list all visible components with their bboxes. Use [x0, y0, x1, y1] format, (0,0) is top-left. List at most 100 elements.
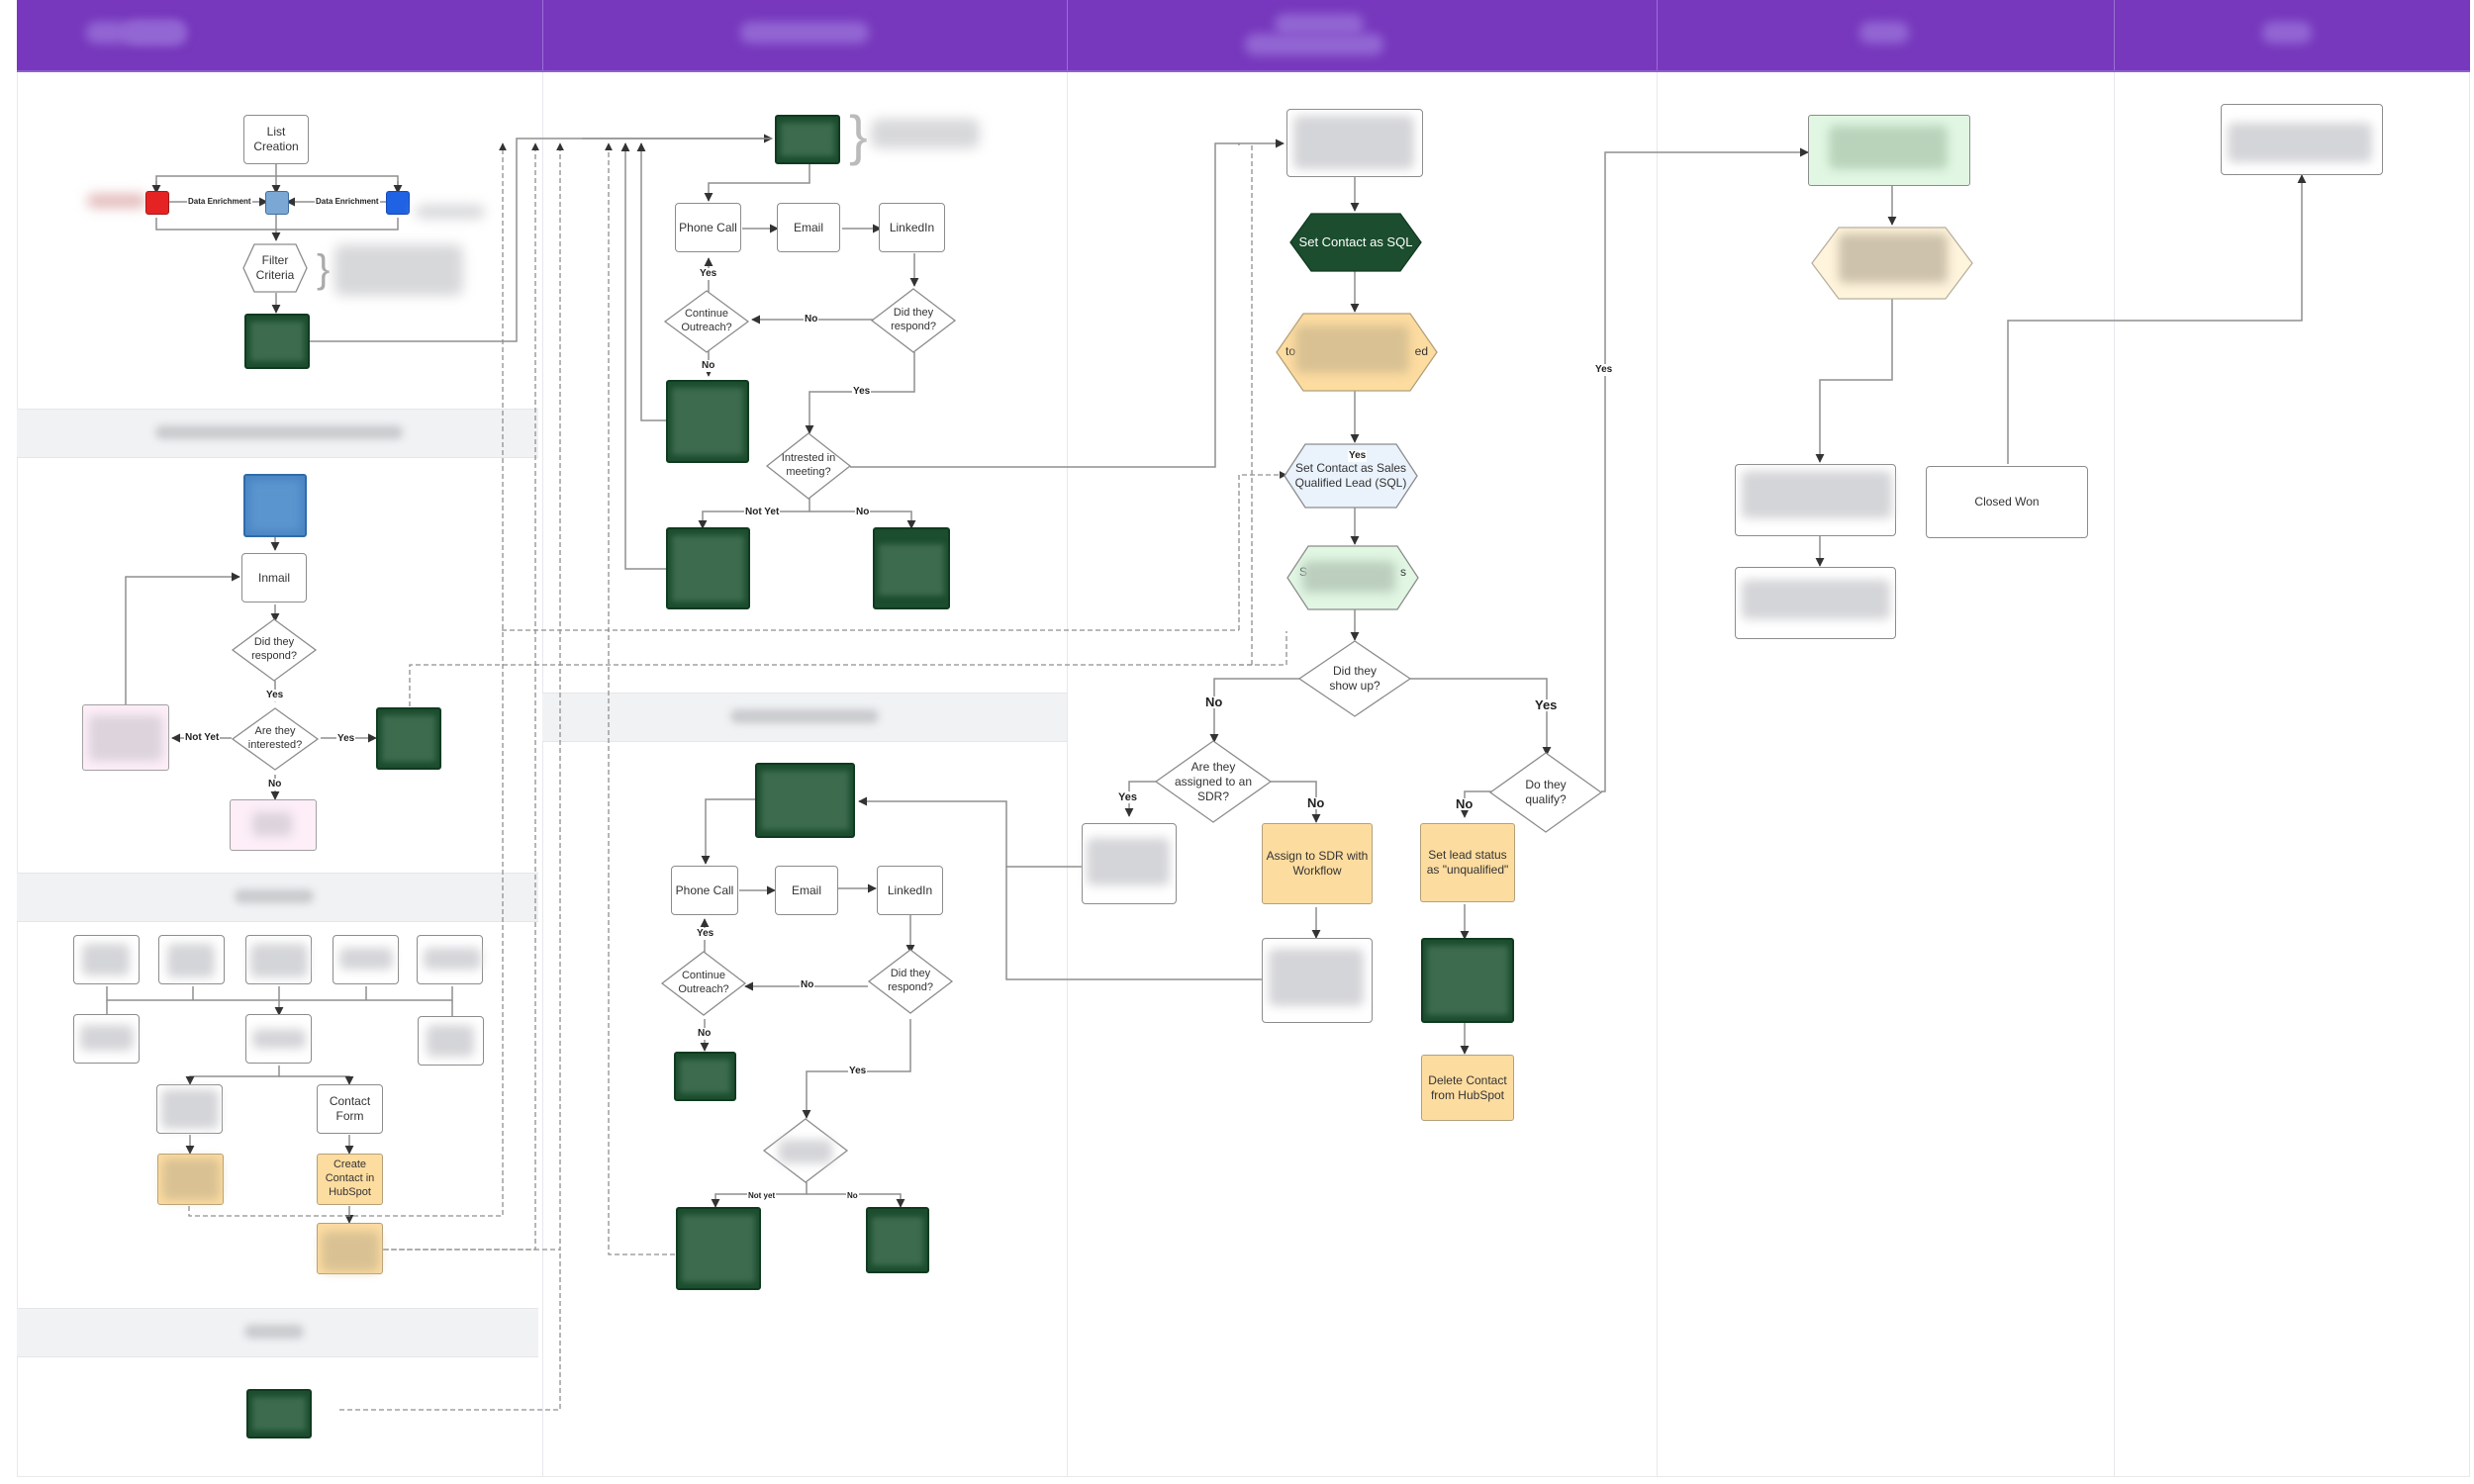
create-contact-label: Create Contact in HubSpot [325, 1159, 375, 1198]
decision-continue-outreach[interactable]: Continue Outreach? [663, 290, 750, 353]
decision-are-they-assigned[interactable]: Are they assigned to an SDR? [1154, 740, 1273, 823]
sdr-followup-node[interactable] [1262, 938, 1373, 1023]
inbound-source[interactable] [245, 935, 312, 984]
linkedin-node[interactable]: LinkedIn [877, 866, 943, 915]
inbound-aggregator[interactable] [245, 1014, 312, 1064]
contact-form-node[interactable]: Contact Form [317, 1084, 383, 1134]
nurture-block[interactable] [82, 704, 169, 771]
linkedin-source-block[interactable] [243, 474, 307, 537]
decision-interested-in-meeting[interactable]: Intrested in meeting? [765, 432, 852, 500]
lane-header-1[interactable]: [redacted] [17, 0, 543, 70]
lane-header-5[interactable]: [redacted] [2114, 0, 2470, 70]
inbound-source[interactable] [73, 1014, 140, 1064]
lane-header-4[interactable]: [redacted] [1657, 0, 2115, 70]
onboarding-node[interactable] [2221, 104, 2383, 175]
enrichment-hub[interactable] [265, 191, 289, 215]
edge-label-no: No [1455, 796, 1475, 811]
disqualified-block[interactable] [230, 799, 317, 851]
email-node[interactable]: Email [777, 203, 840, 252]
task-block[interactable] [866, 1207, 929, 1273]
task-block[interactable] [676, 1207, 761, 1290]
inbound-source[interactable] [158, 935, 225, 984]
meeting-booked-node[interactable] [1286, 109, 1423, 177]
task-block[interactable] [246, 1389, 312, 1438]
set-unqualified-node[interactable]: Set lead status as "unqualified" [1420, 823, 1515, 902]
task-block[interactable] [666, 380, 749, 463]
decision-continue-outreach[interactable]: Continue Outreach? [660, 951, 747, 1016]
filter-criteria-node[interactable]: Filter Criteria [242, 243, 308, 293]
task-block[interactable] [873, 527, 950, 609]
decision-redacted[interactable] [762, 1118, 849, 1183]
decision-label: Continue Outreach? [681, 308, 732, 333]
edge-label-yes: Yes [265, 690, 285, 701]
inbound-source[interactable] [417, 935, 483, 984]
deal-stage-node[interactable] [1811, 227, 1973, 300]
delete-contact-node[interactable]: Delete Contact from HubSpot [1421, 1055, 1514, 1121]
sublane-band-events [17, 1308, 538, 1357]
enrichment-source-blue[interactable] [386, 191, 410, 215]
create-contact-node[interactable]: Create Contact in HubSpot [317, 1154, 383, 1205]
task-block[interactable] [674, 1052, 736, 1101]
phone-call-node[interactable]: Phone Call [671, 866, 738, 915]
email-label: Email [791, 882, 821, 897]
edge-label-no: No [697, 1028, 713, 1040]
edge-label-not-yet: Not Yet [184, 732, 221, 744]
task-block[interactable] [1421, 938, 1514, 1023]
edge-label-no: No [846, 1190, 859, 1202]
linkedin-node[interactable]: LinkedIn [879, 203, 945, 252]
decision-label: Did they respond? [891, 307, 936, 332]
decision-did-they-respond[interactable]: Did they respond? [867, 949, 954, 1014]
partial-label: ed [1414, 344, 1428, 358]
lane-header-3[interactable]: [redacted] [1067, 0, 1658, 70]
followup-node[interactable] [1735, 567, 1896, 639]
inbound-source[interactable] [418, 1016, 484, 1066]
decision-label: Continue Outreach? [678, 970, 729, 995]
decision-label: Intrested in meeting? [781, 452, 836, 478]
edge-label-yes: Yes [1117, 791, 1138, 803]
edge-label-no: No [1204, 695, 1224, 709]
edge-label-yes: Yes [848, 1066, 868, 1077]
phone-call-label: Phone Call [679, 220, 737, 234]
decision-did-they-respond[interactable]: Did they respond? [231, 618, 318, 682]
edge-label-no: No [1306, 795, 1326, 810]
edge-label-yes: Yes [1534, 697, 1559, 712]
enrichment-source-red[interactable] [145, 191, 169, 215]
task-block[interactable] [376, 707, 441, 770]
sdr-notify-node[interactable] [1082, 823, 1177, 904]
sequence-start-block[interactable] [775, 115, 840, 164]
sequence-start-block[interactable] [755, 763, 855, 838]
email-node[interactable]: Email [775, 866, 838, 915]
list-creation-node[interactable]: List Creation [243, 115, 309, 164]
partial-label: s [1400, 565, 1406, 579]
sublane-band-linkedin [17, 409, 538, 458]
hubspot-action[interactable] [317, 1223, 383, 1274]
task-block[interactable] [244, 314, 310, 369]
closed-lost-node[interactable] [1735, 464, 1896, 536]
edge-label-data-enrichment: Data Enrichment [187, 196, 252, 208]
inbound-channel[interactable] [156, 1084, 223, 1134]
redacted-label [87, 194, 146, 208]
decision-label: Did they respond? [888, 968, 933, 993]
hubspot-action[interactable] [157, 1154, 224, 1205]
task-block[interactable] [666, 527, 750, 609]
inbound-source[interactable] [333, 935, 399, 984]
meeting-status-node[interactable]: S s [1286, 545, 1419, 610]
set-contact-sql-node[interactable]: Set Contact as SQL [1289, 213, 1422, 272]
decision-did-they-show-up[interactable]: Did they show up? [1297, 640, 1412, 717]
filter-criteria-label: Filter Criteria [255, 253, 295, 282]
closed-won-node[interactable]: Closed Won [1926, 466, 2088, 538]
decision-are-they-interested[interactable]: Are they interested? [231, 707, 320, 771]
lane-header-2[interactable]: [redacted] [542, 0, 1068, 70]
inbound-source[interactable] [73, 935, 140, 984]
edge-label-data-enrichment: Data Enrichment [315, 196, 380, 208]
phone-call-node[interactable]: Phone Call [675, 203, 741, 252]
sublane-band-inbound [17, 873, 538, 922]
edge-label-yes: Yes [1348, 450, 1368, 462]
hubspot-update-node[interactable]: to ed [1276, 313, 1438, 392]
assign-sdr-node[interactable]: Assign to SDR with Workflow [1262, 823, 1373, 904]
inmail-node[interactable]: Inmail [241, 553, 307, 603]
opportunity-node[interactable] [1808, 115, 1970, 186]
decision-do-they-qualify[interactable]: Do they qualify? [1488, 752, 1603, 833]
decision-did-they-respond[interactable]: Did they respond? [870, 288, 957, 353]
edge-label-yes: Yes [699, 268, 718, 280]
